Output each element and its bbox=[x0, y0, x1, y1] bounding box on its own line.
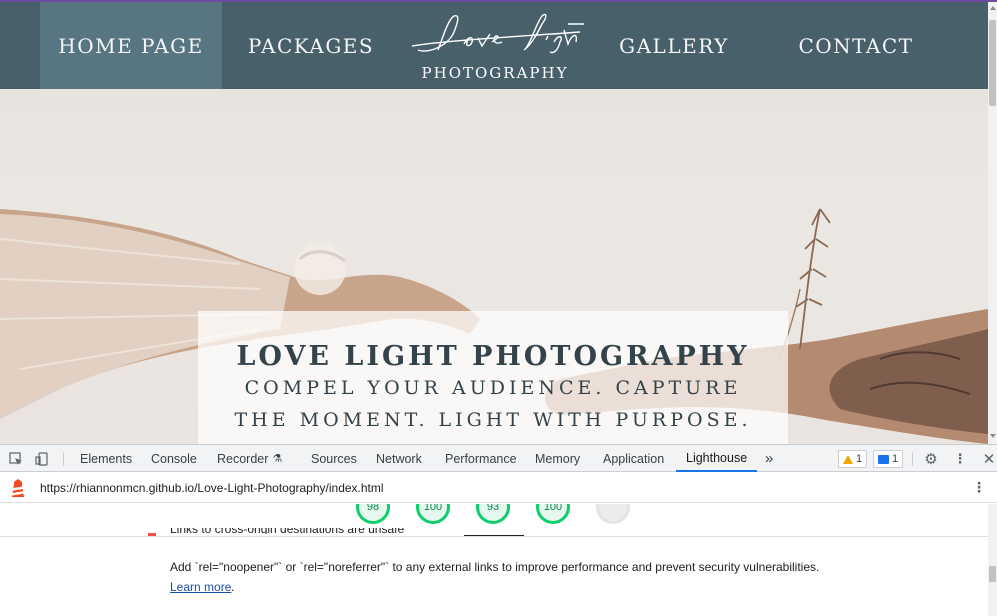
page-scrollbar-thumb[interactable] bbox=[989, 20, 996, 106]
more-tabs-icon[interactable]: » bbox=[765, 445, 773, 472]
tab-network[interactable]: Network bbox=[376, 445, 422, 472]
score-gauge-accessibility[interactable]: 100 bbox=[416, 504, 450, 524]
close-devtools-icon[interactable]: ✕ bbox=[980, 450, 997, 468]
logo-script-mark bbox=[411, 13, 584, 54]
hero-subtitle-line1: COMPEL YOUR AUDIENCE. CAPTURE bbox=[244, 377, 742, 399]
warnings-badge[interactable]: 1 bbox=[838, 450, 868, 468]
hero-section: LOVE LIGHT PHOTOGRAPHY COMPEL YOUR AUDIE… bbox=[0, 89, 988, 444]
fail-indicator-icon bbox=[148, 533, 156, 536]
audit-description: Add `rel="noopener"` or `rel="noreferrer… bbox=[170, 560, 820, 574]
tab-lighthouse[interactable]: Lighthouse bbox=[676, 445, 758, 472]
tab-elements[interactable]: Elements bbox=[80, 445, 132, 472]
page-scrollbar[interactable] bbox=[988, 2, 997, 444]
score-gauge-best-practices[interactable]: 93 bbox=[476, 504, 510, 524]
tab-performance[interactable]: Performance bbox=[445, 445, 517, 472]
audit-title[interactable]: Links to cross-origin destinations are u… bbox=[170, 528, 404, 534]
lighthouse-logo-icon bbox=[12, 479, 24, 497]
score-gauge-seo[interactable]: 100 bbox=[536, 504, 570, 524]
score-gauge-pwa[interactable] bbox=[596, 504, 630, 524]
toolbar-divider bbox=[912, 452, 913, 466]
devtools-panel: Elements Console Recorder ⚗ Sources Netwo… bbox=[0, 444, 997, 616]
hero-text-panel: LOVE LIGHT PHOTOGRAPHY COMPEL YOUR AUDIE… bbox=[198, 311, 788, 444]
tab-recorder-label: Recorder bbox=[217, 451, 269, 466]
devtools-toolbar: Elements Console Recorder ⚗ Sources Netwo… bbox=[0, 444, 997, 472]
report-url[interactable]: https://rhiannonmcn.github.io/Love-Light… bbox=[40, 473, 384, 503]
message-icon bbox=[878, 454, 889, 464]
learn-more-suffix: . bbox=[231, 580, 235, 594]
message-count: 1 bbox=[892, 453, 899, 465]
lighthouse-report: 98 100 93 100 Links to cross-origin dest… bbox=[0, 504, 988, 616]
messages-badge[interactable]: 1 bbox=[873, 450, 904, 468]
tab-application[interactable]: Application bbox=[603, 445, 664, 472]
nav-gallery[interactable]: GALLERY bbox=[598, 2, 750, 89]
device-toolbar-icon[interactable] bbox=[33, 450, 51, 468]
tab-recorder[interactable]: Recorder ⚗ bbox=[217, 445, 282, 472]
hero-subtitle-line2: THE MOMENT. LIGHT WITH PURPOSE. bbox=[234, 409, 752, 431]
report-scrollbar[interactable] bbox=[988, 504, 997, 616]
scroll-up-arrow-icon[interactable] bbox=[990, 6, 996, 10]
hero-title: LOVE LIGHT PHOTOGRAPHY bbox=[236, 341, 750, 372]
settings-gear-icon[interactable]: ⚙ bbox=[922, 450, 940, 468]
score-gauge-performance[interactable]: 98 bbox=[356, 504, 390, 524]
tab-memory[interactable]: Memory bbox=[535, 445, 580, 472]
tab-console[interactable]: Console bbox=[151, 445, 197, 472]
nav-home-page[interactable]: HOME PAGE bbox=[40, 2, 222, 89]
lighthouse-report-bar: https://rhiannonmcn.github.io/Love-Light… bbox=[0, 473, 997, 503]
tab-sources[interactable]: Sources bbox=[311, 445, 357, 472]
toolbar-divider bbox=[63, 452, 64, 466]
report-menu-icon[interactable]: ⋮ bbox=[972, 473, 986, 503]
learn-more-link[interactable]: Learn more bbox=[170, 580, 231, 594]
nav-packages[interactable]: PACKAGES bbox=[230, 2, 392, 89]
scroll-down-arrow-icon[interactable] bbox=[990, 434, 996, 438]
report-scrollbar-thumb[interactable] bbox=[989, 566, 996, 582]
logo-wordmark: PHOTOGRAPHY bbox=[421, 64, 569, 82]
report-divider bbox=[0, 536, 988, 537]
nav-contact[interactable]: CONTACT bbox=[774, 2, 938, 89]
site-navbar: HOME PAGE PACKAGES PHOTOGRAPHY GALLERY C… bbox=[0, 2, 988, 89]
customize-menu-icon[interactable]: ⋮ bbox=[951, 450, 969, 468]
flask-icon: ⚗ bbox=[272, 453, 283, 465]
inspect-element-icon[interactable] bbox=[7, 450, 25, 468]
site-logo[interactable]: PHOTOGRAPHY bbox=[408, 10, 586, 82]
warning-icon bbox=[843, 454, 853, 464]
warning-count: 1 bbox=[856, 453, 863, 465]
